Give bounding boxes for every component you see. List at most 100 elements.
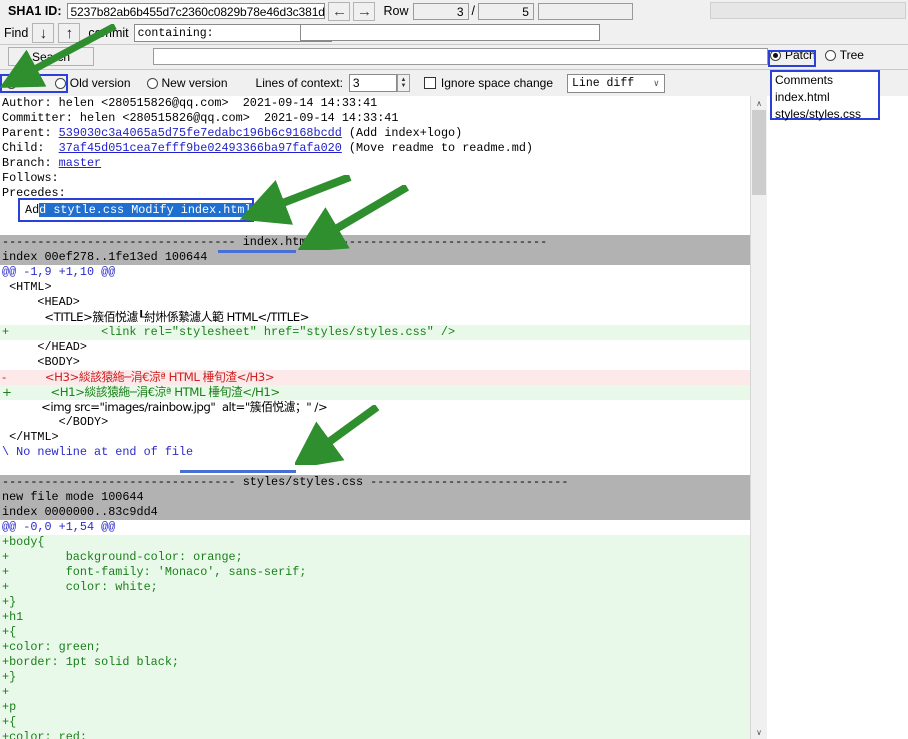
radio-diff-icon <box>6 77 17 89</box>
row-extra-input[interactable] <box>537 2 633 20</box>
prev-commit-button[interactable]: ← <box>328 1 351 21</box>
commit-branch-line: Branch: master <box>0 156 750 171</box>
sha1-id-input[interactable]: 5237b82ab6b455d7c2360c0829b78e46d3c381d2 <box>67 3 326 19</box>
commit-message-box[interactable]: Add stytle.css Modify index.html <box>18 198 254 222</box>
hunk-header-2: @@ -0,0 +1,54 @@ <box>2 520 116 534</box>
radio-tree-icon <box>824 49 836 61</box>
diff-line: <img src="images/rainbow.jpg" alt="簇佰悦濾；… <box>2 400 328 414</box>
parent-label: Parent: <box>2 126 52 140</box>
radio-new-version-icon <box>146 77 158 89</box>
search-input[interactable] <box>153 48 768 65</box>
row-current-input[interactable]: 3 <box>412 2 469 20</box>
search-bar: Search Patch Tree <box>0 45 908 70</box>
commit-message-selected-text: d stytle.css Modify index.html <box>39 203 252 217</box>
radio-tree[interactable]: Tree <box>824 48 864 62</box>
diff-mode-select[interactable]: Line diff ∨ <box>567 73 666 93</box>
diff-content-pane[interactable]: Author: helen <280515826@qq.com> 2021-09… <box>0 96 750 739</box>
file-list-item-comments[interactable]: Comments <box>775 72 878 89</box>
radio-diff[interactable]: Diff <box>6 76 39 90</box>
find-text-input[interactable] <box>300 24 600 41</box>
follows-label: Follows: <box>2 171 59 185</box>
row-label: Row <box>383 4 409 18</box>
commit-author-line: Author: helen <280515826@qq.com> 2021-09… <box>0 96 750 111</box>
author-label: Author: <box>2 96 52 110</box>
diff-line: +h1 <box>0 610 750 625</box>
child-subject: (Move readme to readme.md) <box>348 141 533 155</box>
diff-line: </HEAD> <box>2 340 87 354</box>
sha-row: SHA1 ID: 5237b82ab6b455d7c2360c0829b78e4… <box>0 0 908 22</box>
branch-link[interactable]: master <box>59 156 101 170</box>
find-down-icon[interactable]: ↓ <box>32 23 55 43</box>
scroll-up-icon[interactable]: ∧ <box>751 96 767 110</box>
ignore-space-change-label: Ignore space change <box>440 76 554 90</box>
radio-new-version[interactable]: New version <box>146 76 228 90</box>
toolbar-filler <box>710 2 906 19</box>
file-name-underline-styles-css <box>180 470 296 473</box>
parent-sha-link[interactable]: 539030c3a4065a5d75fe7edabc196b6c9168bcdd <box>59 126 342 140</box>
lines-of-context-stepper[interactable]: ▲ ▼ <box>396 74 410 92</box>
diff-line: + color: white; <box>0 580 750 595</box>
row-separator: / <box>471 4 475 18</box>
diff-line: +color: green; <box>0 640 750 655</box>
parent-subject: (Add index+logo) <box>348 126 463 140</box>
diff-line: + <H1>緂該猿絁─涓€涼ª HTML 棰旬渣</H1> <box>0 385 750 400</box>
diff-line: + <box>0 685 750 700</box>
commit-message-prefix: Ad <box>25 203 40 217</box>
sep-left-2: --------------------------------- <box>2 475 236 489</box>
search-button[interactable]: Search <box>8 47 94 66</box>
radio-old-version-icon <box>54 77 66 89</box>
scroll-down-icon[interactable]: ∨ <box>751 725 767 739</box>
diff-line: +color: red; <box>0 730 750 739</box>
file-name-underline-index-html <box>218 250 296 253</box>
radio-old-version[interactable]: Old version <box>54 76 131 90</box>
sep-left-1: --------------------------------- <box>2 235 236 249</box>
row-total-input[interactable]: 5 <box>477 2 534 20</box>
diff-line: +border: 1pt solid black; <box>0 655 750 670</box>
vertical-scrollbar[interactable]: ∧ ∨ <box>750 96 768 739</box>
stepper-down-icon: ▼ <box>400 83 407 89</box>
sha1-id-label: SHA1 ID: <box>8 4 62 18</box>
find-label: Find <box>4 26 29 40</box>
diff-line: - <H3>緂該猿絁─涓€涼ª HTML 棰旬渣</H3> <box>0 370 750 385</box>
diff-line: +} <box>0 670 750 685</box>
diff-line: <BODY> <box>2 355 80 369</box>
diff-line: +p <box>0 700 750 715</box>
ignore-space-change-checkbox[interactable]: Ignore space change <box>423 76 554 90</box>
sep-right-2: ---------------------------- <box>370 475 569 489</box>
radio-patch-label: Patch <box>785 48 816 62</box>
file-list[interactable]: Comments index.html styles/styles.css <box>770 70 880 123</box>
file-header-index-html: --------------------------------- index.… <box>0 235 750 250</box>
diff-line: +body{ <box>0 535 750 550</box>
author-value: helen <280515826@qq.com> 2021-09-14 14:3… <box>58 96 378 110</box>
no-newline-marker: \ No newline at end of file <box>2 445 194 459</box>
new-file-mode-line: new file mode 100644 <box>0 490 750 505</box>
diff-line: </BODY> <box>2 415 109 429</box>
radio-old-version-label: Old version <box>69 76 131 90</box>
file-name-1: index.html <box>242 235 314 249</box>
diff-line: <TITLE>簇佰悦濾┖紂烞係縶濾人範 HTML</TITLE> <box>2 310 310 324</box>
scrollbar-thumb[interactable] <box>752 110 766 195</box>
child-sha-link[interactable]: 37af45d051cea7efff9be02493366ba97fafa020 <box>59 141 342 155</box>
radio-tree-label: Tree <box>839 48 864 62</box>
radio-patch-icon <box>770 49 781 61</box>
file-list-item-styles-css[interactable]: styles/styles.css <box>775 106 878 123</box>
radio-patch[interactable]: Patch <box>770 48 816 62</box>
next-commit-button[interactable]: → <box>353 1 376 21</box>
child-label: Child: <box>2 141 45 155</box>
committer-label: Committer: <box>2 111 73 125</box>
lines-of-context-input[interactable]: 3 <box>348 74 397 92</box>
index-line-2: index 0000000..83c9dd4 <box>0 505 750 520</box>
radio-new-version-label: New version <box>161 76 228 90</box>
find-up-icon[interactable]: ↑ <box>58 23 81 43</box>
file-name-2: styles/styles.css <box>242 475 364 489</box>
file-header-styles-css: --------------------------------- styles… <box>0 475 750 490</box>
commit-child-line: Child: 37af45d051cea7efff9be02493366ba97… <box>0 141 750 156</box>
lines-of-context-label: Lines of context: <box>255 76 343 90</box>
file-list-item-index-html[interactable]: index.html <box>775 89 878 106</box>
hunk-header-1: @@ -1,9 +1,10 @@ <box>2 265 116 279</box>
view-mode-group: Patch Tree <box>770 48 864 62</box>
file-list-item-label: Comments <box>775 73 834 87</box>
branch-label: Branch: <box>2 156 52 170</box>
find-row: Find ↓ ↑ commit containing: ∨ <box>0 22 908 44</box>
diff-line: </HTML> <box>2 430 59 444</box>
